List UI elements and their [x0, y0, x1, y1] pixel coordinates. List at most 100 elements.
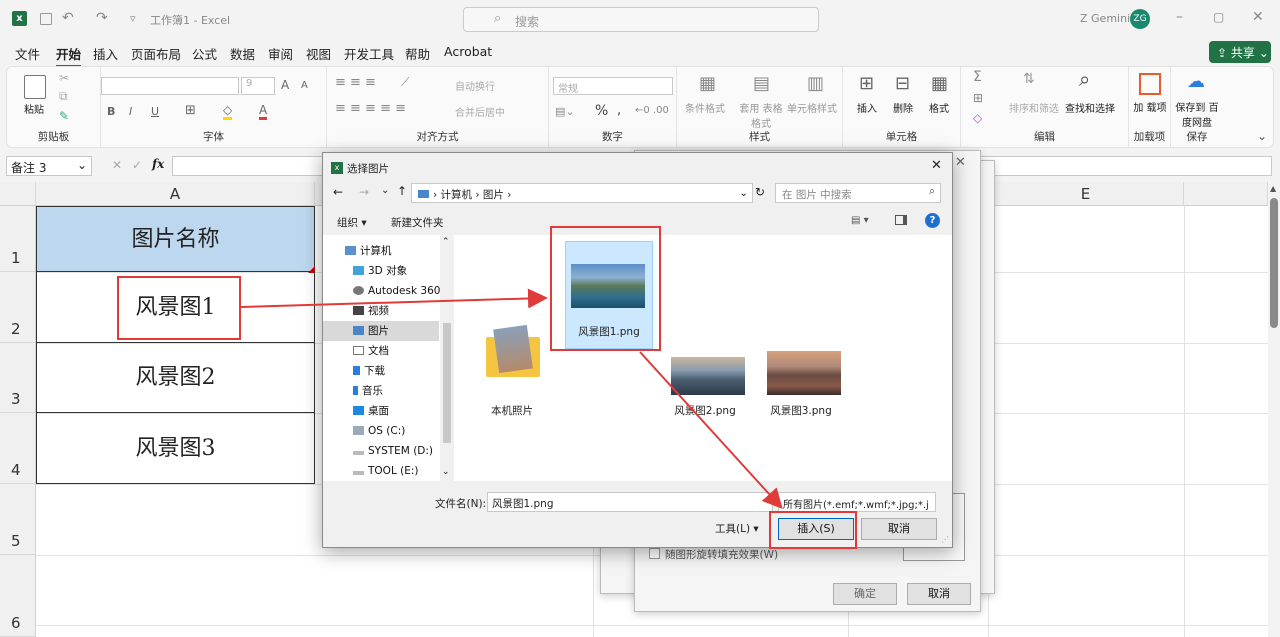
font-size-box[interactable]: 9	[241, 77, 275, 95]
cell-a4[interactable]: 风景图3	[36, 413, 315, 484]
fx-icon[interactable]: fx	[152, 157, 164, 171]
font-name-box[interactable]	[101, 77, 239, 95]
menu-data[interactable]: 数据	[230, 44, 255, 63]
name-box[interactable]: 备注 3 ⌄	[6, 156, 92, 176]
tools-button[interactable]: 工具(L) ▾	[715, 521, 759, 536]
column-header-f[interactable]	[1184, 182, 1268, 206]
nav-item-system-d[interactable]: SYSTEM (D:)	[353, 441, 433, 461]
scroll-down-icon[interactable]: ⌄	[442, 467, 450, 477]
bold-icon[interactable]: B	[107, 105, 115, 118]
cell-a3[interactable]: 风景图2	[36, 343, 315, 413]
view-options-icon[interactable]: ▤ ▾	[851, 215, 869, 226]
fill-color-icon[interactable]: ◇	[223, 103, 233, 120]
paste-icon[interactable]	[24, 75, 46, 99]
help-icon[interactable]: ?	[925, 213, 940, 228]
percent-icon[interactable]: %	[595, 103, 608, 119]
cell-a1[interactable]: 图片名称	[36, 206, 315, 272]
format-cells-button[interactable]: 格式	[929, 100, 949, 115]
menu-formulas[interactable]: 公式	[192, 44, 217, 63]
file-item-landscape2[interactable]: 风景图2.png	[661, 321, 749, 433]
restore-icon[interactable]: ▢	[1213, 10, 1224, 24]
nav-item-os-c[interactable]: OS (C:)	[353, 421, 405, 441]
row-header-6[interactable]: 6	[0, 555, 36, 637]
orientation-icon[interactable]: ⟋	[401, 75, 409, 90]
breadcrumb-pictures[interactable]: 图片	[483, 189, 504, 201]
row-header-3[interactable]: 3	[0, 343, 36, 413]
customize-qat-icon[interactable]: ▿	[130, 12, 136, 25]
address-bar[interactable]: › 计算机 › 图片 › ⌄	[411, 183, 753, 203]
save-to-baidu-button[interactable]: 保存到 百度网盘	[1173, 99, 1221, 129]
grow-font-icon[interactable]: A	[281, 78, 289, 92]
file-list[interactable]: 本机照片 风景图1.png 风景图2.png 风景图3.png	[454, 235, 952, 481]
row-header-1[interactable]: 1	[0, 206, 36, 272]
enter-formula-icon[interactable]: ✓	[132, 158, 142, 172]
nav-item-music[interactable]: 音乐	[353, 381, 383, 401]
search-folder-input[interactable]: 在 图片 中搜索 ⌕	[775, 183, 941, 203]
nav-item-pictures[interactable]: 图片	[323, 321, 439, 341]
menu-file[interactable]: 文件	[15, 44, 40, 63]
save-icon[interactable]	[40, 13, 52, 25]
menu-page-layout[interactable]: 页面布局	[131, 44, 181, 63]
row-header-5[interactable]: 5	[0, 484, 36, 555]
menu-help[interactable]: 帮助	[405, 44, 430, 63]
baidu-cloud-icon[interactable]: ☁	[1187, 71, 1205, 92]
dialog-close-icon[interactable]: ✕	[955, 155, 966, 170]
address-chevron-icon[interactable]: ⌄	[739, 187, 748, 199]
delete-cells-icon[interactable]: ⊟	[895, 73, 910, 94]
navigation-pane[interactable]: 计算机 3D 对象 Autodesk 360 视频 图片 文档 下载 音乐 桌面…	[323, 235, 453, 481]
autosum-icon[interactable]: Σ	[973, 69, 982, 85]
comma-icon[interactable]: ,	[617, 103, 621, 118]
addins-icon[interactable]	[1139, 73, 1161, 95]
avatar[interactable]: ZG	[1130, 9, 1150, 29]
forward-icon[interactable]: →	[359, 185, 369, 199]
refresh-icon[interactable]: ↻	[755, 185, 765, 199]
nav-scroll-thumb[interactable]	[443, 323, 451, 443]
scrollbar-thumb[interactable]	[1270, 198, 1278, 328]
nav-item-tool-e[interactable]: TOOL (E:)	[353, 461, 419, 481]
accounting-icon[interactable]: ▤⌄	[555, 105, 575, 118]
search-box[interactable]: ⌕ 搜索	[463, 7, 819, 32]
table-format-button[interactable]: 套用 表格格式	[737, 100, 785, 130]
menu-view[interactable]: 视图	[306, 44, 331, 63]
preview-pane-icon[interactable]	[895, 215, 907, 225]
recent-icon[interactable]: ⌄	[381, 185, 389, 196]
conditional-format-icon[interactable]: ▦	[699, 73, 716, 94]
rotate-fill-checkbox[interactable]	[649, 548, 660, 559]
breadcrumb-computer[interactable]: 计算机	[441, 189, 473, 201]
cut-icon[interactable]: ✂	[59, 71, 69, 85]
vertical-scrollbar[interactable]: ▲	[1268, 182, 1280, 637]
share-button[interactable]: ⇪ 共享 ⌄	[1209, 41, 1271, 63]
insert-cells-button[interactable]: 插入	[857, 100, 877, 115]
borders-icon[interactable]: ⊞	[185, 103, 196, 118]
file-item-landscape3[interactable]: 风景图3.png	[757, 321, 845, 433]
merge-center-button[interactable]: 合并后居中	[455, 104, 505, 119]
resize-grip-icon[interactable]: ⋰	[941, 535, 949, 544]
format-cells-icon[interactable]: ▦	[931, 73, 948, 94]
corner-select-all[interactable]	[0, 182, 36, 206]
undo-icon[interactable]: ↶	[62, 10, 74, 26]
menu-developer[interactable]: 开发工具	[344, 44, 394, 63]
clear-icon[interactable]: ◇	[973, 111, 982, 125]
copy-icon[interactable]: ⧉	[59, 89, 68, 104]
italic-icon[interactable]: I	[129, 105, 132, 118]
table-format-icon[interactable]: ▤	[753, 73, 770, 94]
cell-styles-button[interactable]: 单元格样式	[787, 100, 837, 115]
fill-icon[interactable]: ⊞	[973, 91, 983, 105]
row-header-2[interactable]: 2	[0, 272, 36, 343]
find-select-icon[interactable]: ⌕	[1079, 67, 1090, 91]
number-format-box[interactable]: 常规	[553, 77, 673, 95]
delete-cells-button[interactable]: 删除	[893, 100, 913, 115]
up-icon[interactable]: ↑	[397, 184, 407, 198]
insert-cells-icon[interactable]: ⊞	[859, 73, 874, 94]
nav-item-autodesk[interactable]: Autodesk 360	[353, 281, 440, 301]
redo-icon[interactable]: ↷	[96, 10, 108, 26]
format-cancel-button[interactable]: 取消	[907, 583, 971, 605]
sort-filter-icon[interactable]: ⇅	[1023, 71, 1035, 87]
nav-item-documents[interactable]: 文档	[353, 341, 389, 361]
cancel-formula-icon[interactable]: ✕	[112, 158, 122, 172]
menu-acrobat[interactable]: Acrobat	[444, 44, 492, 59]
close-icon[interactable]: ✕	[1252, 9, 1264, 25]
font-color-icon[interactable]: A	[259, 103, 268, 120]
nav-scrollbar[interactable]: ⌃ ⌄	[440, 235, 453, 481]
back-icon[interactable]: ←	[333, 185, 343, 199]
